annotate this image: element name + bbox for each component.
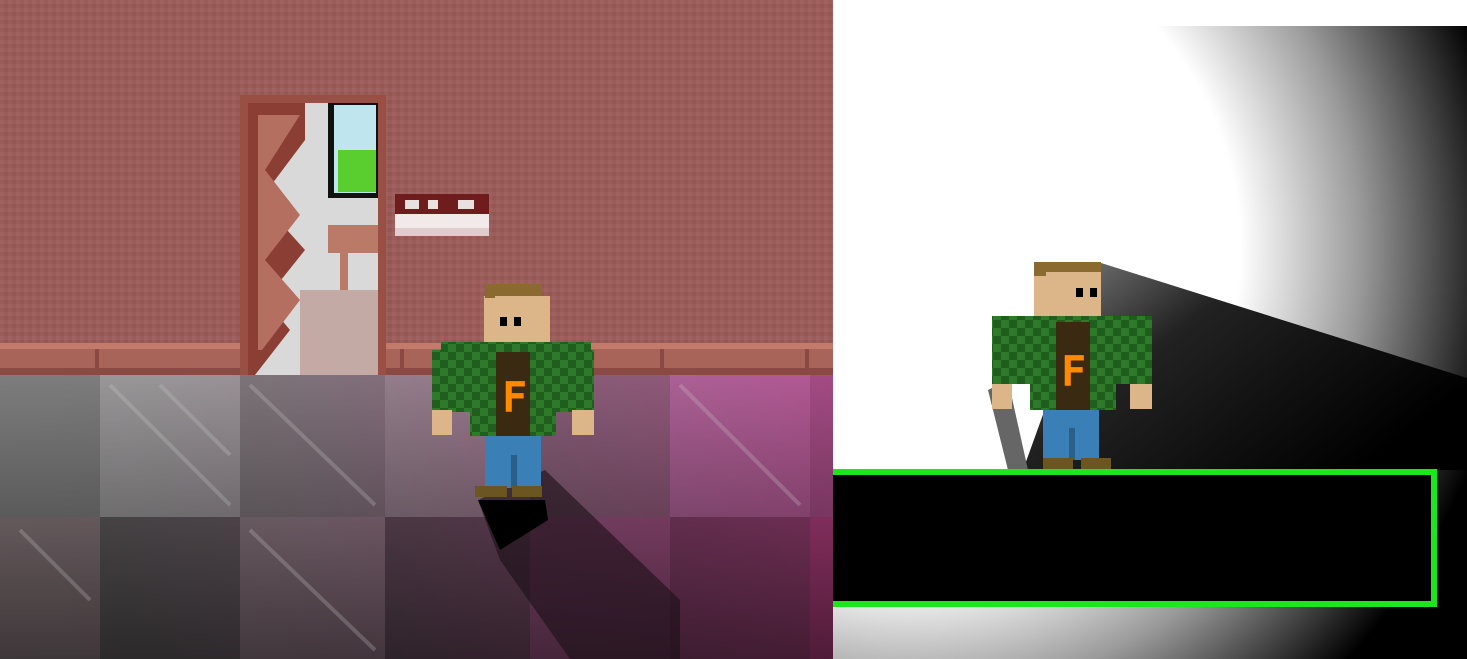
wall-sign-icon bbox=[395, 194, 489, 236]
light-canvas: F bbox=[833, 0, 1467, 659]
baseboard bbox=[0, 343, 833, 375]
wall bbox=[0, 0, 833, 345]
shirt-letter-debug: F bbox=[1061, 347, 1086, 396]
floor bbox=[0, 375, 833, 659]
game-canvas: F bbox=[0, 0, 833, 659]
shirt-letter: F bbox=[502, 373, 527, 422]
door-icon[interactable] bbox=[240, 95, 386, 375]
game-view[interactable]: F bbox=[0, 0, 833, 659]
collision-box bbox=[833, 469, 1437, 607]
debug-light-view: F bbox=[833, 0, 1467, 659]
